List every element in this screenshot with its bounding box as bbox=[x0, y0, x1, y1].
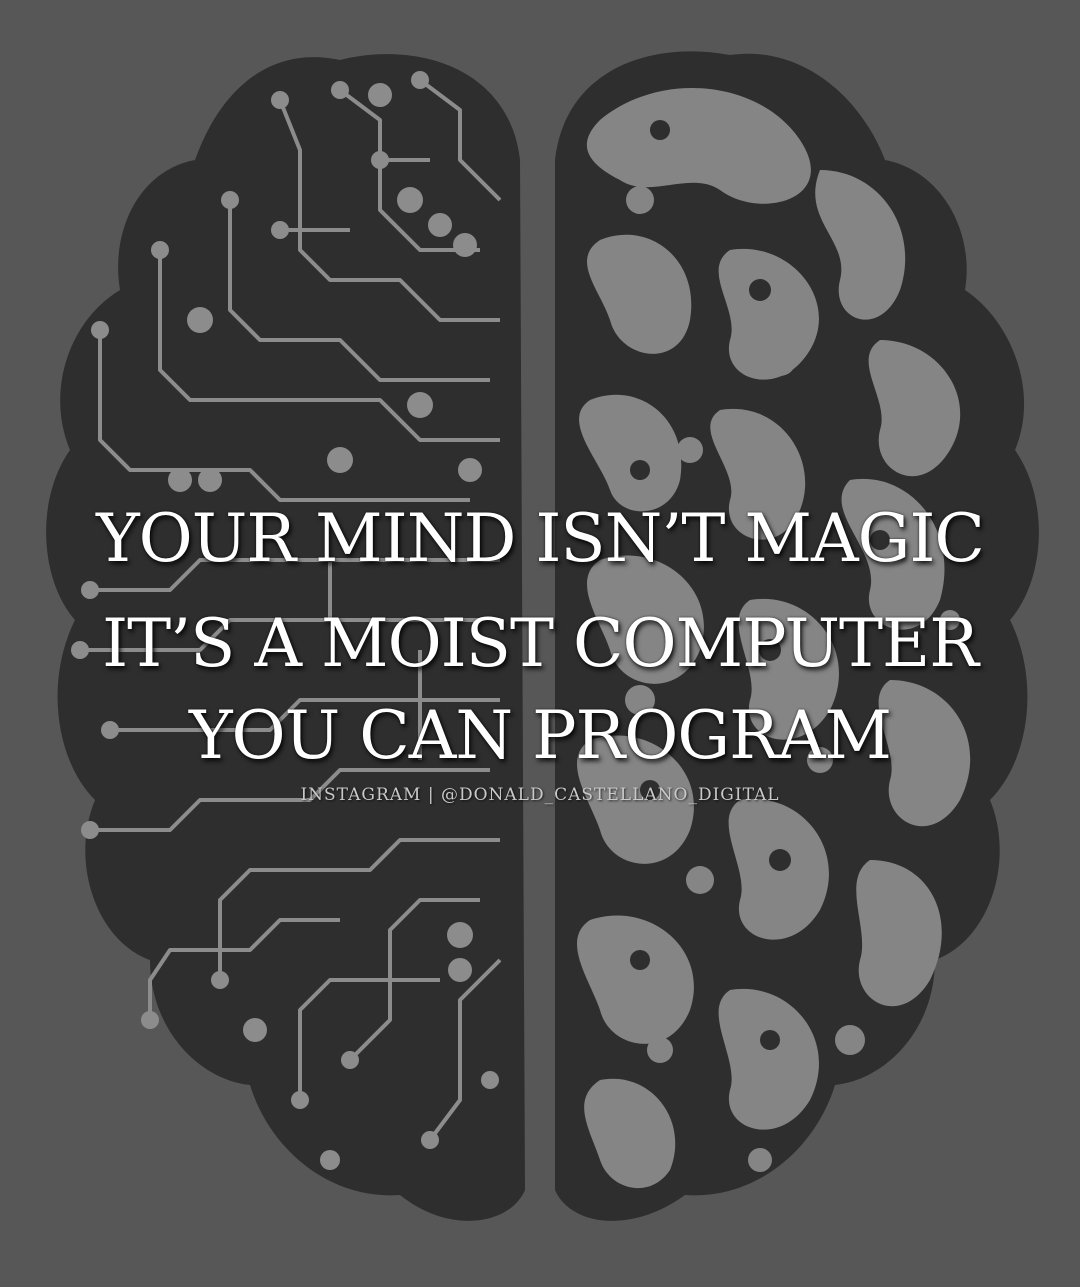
instagram-credit: INSTAGRAM | @DONALD_CASTELLANO_DIGITAL bbox=[300, 785, 780, 805]
headline-line-3: YOU CAN PROGRAM bbox=[188, 697, 892, 774]
poster: YOUR MIND ISN’T MAGIC IT’S A MOIST COMPU… bbox=[0, 0, 1080, 1287]
headline-line-2: IT’S A MOIST COMPUTER bbox=[102, 605, 979, 682]
headline-line-1: YOUR MIND ISN’T MAGIC bbox=[96, 500, 985, 577]
